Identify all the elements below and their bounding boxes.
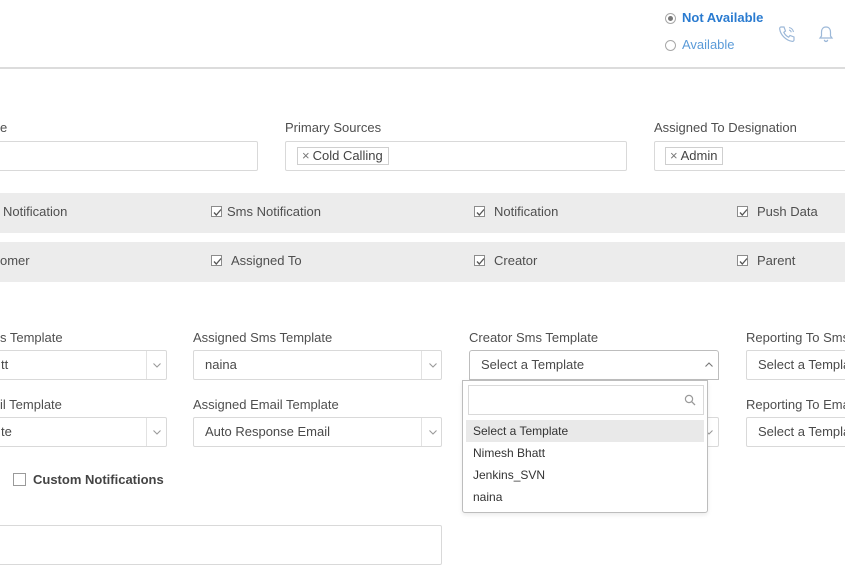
push-data-label: Push Data (757, 204, 818, 219)
creator-sms-template-select[interactable]: Select a Template (469, 350, 719, 380)
primary-sources-multiselect[interactable]: × Cold Calling (285, 141, 627, 171)
custom-notifications-textarea[interactable] (0, 525, 442, 565)
dropdown-option[interactable]: Nimesh Bhatt (466, 442, 704, 464)
dropdown-search-input[interactable] (468, 385, 704, 415)
remove-tag-icon[interactable]: × (670, 148, 678, 163)
select-value: Select a Template (481, 357, 585, 372)
assigned-sms-template-label: Assigned Sms Template (193, 330, 333, 345)
chevron-down-icon (429, 363, 437, 368)
push-data-checkbox[interactable] (737, 206, 748, 217)
tag-label: Cold Calling (312, 148, 383, 163)
assigned-designation-label: Assigned To Designation (654, 120, 797, 135)
assigned-to-label: Assigned To (231, 253, 302, 268)
bell-icon[interactable] (817, 24, 835, 44)
select-value: naina (205, 357, 237, 372)
search-icon (684, 394, 696, 406)
assigned-email-template-label: Assigned Email Template (193, 397, 339, 412)
tag-label: Admin (680, 148, 718, 163)
customer-partial-label: omer (0, 253, 30, 268)
sms-template-col1-select[interactable]: tt (0, 350, 167, 380)
custom-notifications-checkbox[interactable] (13, 473, 26, 486)
chevron-down-icon (153, 430, 161, 435)
assigned-to-checkbox[interactable] (211, 255, 222, 266)
primary-sources-label: Primary Sources (285, 120, 382, 135)
reporting-sms-template-select[interactable]: Select a Templa (746, 350, 845, 380)
tag-admin: × Admin (665, 147, 724, 165)
custom-notifications-label: Custom Notifications (33, 472, 164, 487)
tag-cold-calling: × Cold Calling (297, 147, 389, 165)
reporting-email-template-label: Reporting To Ema (746, 397, 845, 412)
status-label-available[interactable]: Available (682, 37, 735, 52)
dropdown-option[interactable]: naina (466, 486, 704, 508)
dropdown-option[interactable]: Select a Template (466, 420, 704, 442)
select-value: Select a Templa (758, 357, 845, 372)
chevron-up-icon (705, 362, 713, 367)
creator-label: Creator (494, 253, 538, 268)
sms-notification-label: Sms Notification (227, 204, 321, 219)
partial-field-label: e (0, 120, 8, 135)
creator-sms-template-label: Creator Sms Template (469, 330, 599, 345)
email-template-col1-label: il Template (0, 397, 62, 412)
remove-tag-icon[interactable]: × (302, 148, 310, 163)
assigned-designation-multiselect[interactable]: × Admin (654, 141, 845, 171)
status-label-not-available[interactable]: Not Available (682, 10, 763, 25)
parent-checkbox[interactable] (737, 255, 748, 266)
reporting-email-template-select[interactable]: Select a Templa (746, 417, 845, 447)
sms-template-col1-label: s Template (0, 330, 63, 345)
notification-checkbox[interactable] (474, 206, 485, 217)
recipient-band (0, 242, 845, 282)
parent-label: Parent (757, 253, 796, 268)
notification-partial-label: Notification (3, 204, 68, 219)
email-template-col1-select[interactable]: te (0, 417, 167, 447)
notification-type-band (0, 193, 845, 233)
select-value: Select a Templa (758, 424, 845, 439)
partial-field-input[interactable] (0, 141, 258, 171)
status-radio-not-available[interactable] (665, 13, 676, 24)
notification-label: Notification (494, 204, 559, 219)
status-radio-available[interactable] (665, 40, 676, 51)
select-value: tt (1, 357, 9, 372)
select-value: Auto Response Email (205, 424, 331, 439)
select-value: te (1, 424, 12, 439)
sms-notification-checkbox[interactable] (211, 206, 222, 217)
phone-icon[interactable] (777, 24, 797, 44)
chevron-down-icon (429, 430, 437, 435)
chevron-down-icon (153, 363, 161, 368)
assigned-sms-template-select[interactable]: naina (193, 350, 442, 380)
creator-checkbox[interactable] (474, 255, 485, 266)
dropdown-option[interactable]: Jenkins_SVN (466, 464, 704, 486)
creator-sms-template-dropdown: Select a Template Nimesh Bhatt Jenkins_S… (462, 380, 708, 513)
assigned-email-template-select[interactable]: Auto Response Email (193, 417, 442, 447)
reporting-sms-template-label: Reporting To Sms (746, 330, 845, 345)
